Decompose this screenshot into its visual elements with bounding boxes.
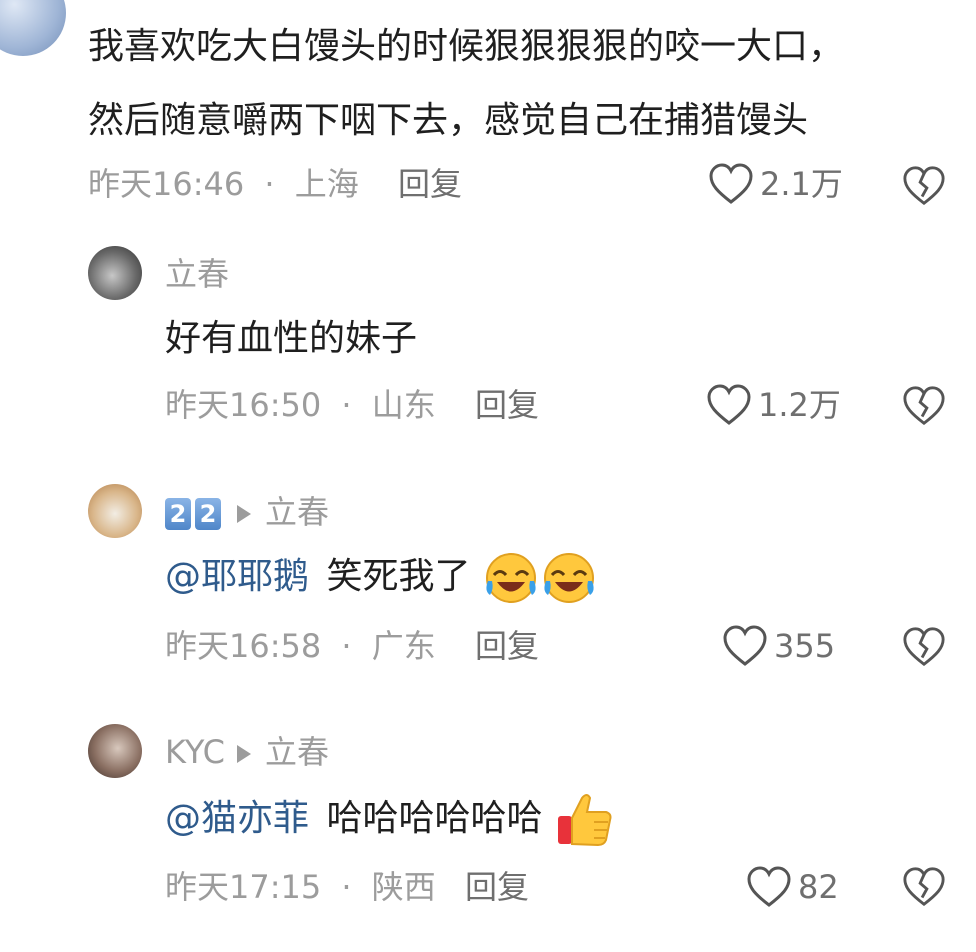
like-count: 82 — [798, 868, 839, 906]
reply-to-username[interactable]: 立春 — [265, 493, 329, 531]
broken-heart-icon[interactable] — [902, 865, 946, 909]
like-count: 1.2万 — [758, 386, 841, 424]
number-badge: 2 — [195, 498, 221, 530]
comment-body: 哈哈哈哈哈哈 — [326, 798, 543, 839]
reply-arrow-icon — [236, 745, 251, 763]
laughing-crying-emoji — [543, 553, 594, 603]
mention-link[interactable]: @猫亦菲 — [165, 798, 309, 839]
reply-arrow-icon — [237, 505, 251, 523]
like-button[interactable]: 82 — [746, 865, 839, 909]
mention-link[interactable]: @耶耶鹅 — [165, 556, 309, 597]
heart-icon — [707, 384, 751, 425]
separator: · — [341, 627, 352, 665]
broken-heart-icon[interactable] — [902, 384, 946, 428]
like-button[interactable]: 1.2万 — [706, 383, 841, 427]
heart-icon — [709, 163, 753, 204]
comment-meta: 昨天16:50 · 山东 — [165, 385, 436, 425]
comment-meta: 昨天16:58 · 广东 — [165, 626, 436, 666]
separator: · — [341, 386, 352, 424]
username[interactable]: 立春 — [165, 254, 229, 294]
reply-button[interactable]: 回复 — [475, 626, 539, 666]
comment-text: 我喜欢吃大白馒头的时候狠狠狠狠的咬一大口， — [88, 26, 845, 67]
heart-icon — [723, 625, 767, 666]
comment-body: 笑死我了 — [326, 556, 471, 597]
reply-button[interactable]: 回复 — [475, 385, 539, 425]
broken-heart-icon[interactable] — [902, 164, 946, 208]
timestamp: 昨天17:15 — [165, 868, 322, 906]
timestamp: 昨天16:46 — [88, 165, 245, 203]
comment-text: @猫亦菲 哈哈哈哈哈哈 — [165, 790, 614, 850]
avatar[interactable] — [88, 484, 142, 538]
location: 上海 — [294, 165, 359, 203]
location: 广东 — [371, 627, 436, 665]
comment-meta: 昨天16:46 · 上海 — [88, 164, 359, 204]
reply-button[interactable]: 回复 — [398, 164, 462, 204]
avatar[interactable] — [0, 0, 66, 56]
username[interactable]: KYC 立春 — [165, 732, 329, 772]
heart-icon — [747, 866, 791, 907]
laughing-crying-emoji — [485, 553, 536, 603]
reply-button[interactable]: 回复 — [465, 867, 529, 907]
commenter-name[interactable]: KYC — [165, 733, 225, 771]
reply-to-username[interactable]: 立春 — [265, 733, 329, 771]
broken-heart-icon[interactable] — [902, 625, 946, 669]
location: 山东 — [371, 386, 436, 424]
thumbs-up-emoji — [557, 794, 612, 847]
location: 陕西 — [371, 868, 436, 906]
comment-text: 然后随意嚼两下咽下去，感觉自己在捕猎馒头 — [88, 100, 809, 141]
like-count: 355 — [774, 627, 836, 665]
number-badge: 2 — [165, 498, 191, 530]
comment-text: @耶耶鹅 笑死我了 — [165, 550, 598, 605]
timestamp: 昨天16:58 — [165, 627, 322, 665]
like-button[interactable]: 2.1万 — [708, 162, 843, 206]
separator: · — [264, 165, 275, 203]
separator: · — [341, 868, 352, 906]
comment-text: 好有血性的妹子 — [165, 318, 418, 359]
comment-meta: 昨天17:15 · 陕西 — [165, 867, 436, 907]
avatar[interactable] — [88, 724, 142, 778]
like-count: 2.1万 — [760, 165, 843, 203]
like-button[interactable]: 355 — [722, 624, 835, 668]
username[interactable]: 2 2 立春 — [165, 492, 329, 532]
avatar[interactable] — [88, 246, 142, 300]
timestamp: 昨天16:50 — [165, 386, 322, 424]
